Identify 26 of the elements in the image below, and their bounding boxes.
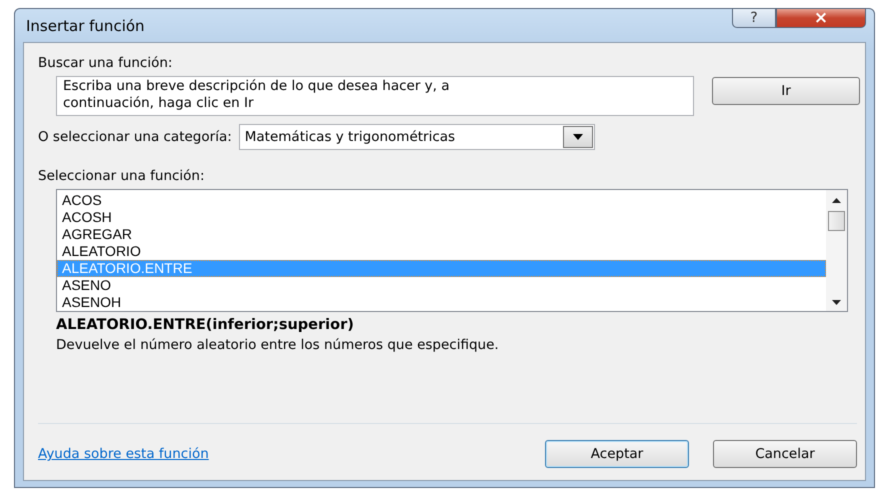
go-button[interactable]: Ir: [712, 77, 860, 105]
dropdown-arrow-icon: [572, 134, 583, 140]
list-item[interactable]: AGREGAR: [57, 226, 826, 243]
function-list-label: Seleccionar una función:: [38, 168, 206, 184]
scroll-down-icon: [832, 300, 841, 305]
dialog-button[interactable]: Cancelar: [713, 440, 857, 468]
list-item[interactable]: ACOSH: [57, 209, 826, 226]
scroll-up-icon: [832, 198, 841, 203]
window-title: Insertar función: [25, 16, 145, 34]
close-button[interactable]: ×: [776, 8, 866, 28]
list-item[interactable]: ASENOH: [57, 294, 826, 311]
scrollbar[interactable]: [826, 190, 847, 311]
category-dropdown[interactable]: Matemáticas y trigonométricas: [238, 124, 595, 150]
category-label: O seleccionar una categoría:: [38, 129, 232, 145]
function-signature: ALEATORIO.ENTRE(inferior;superior): [56, 317, 355, 333]
search-field[interactable]: Escriba una breve descripción de lo que desea hacer y, a continuación, haga clic en Ir: [56, 76, 694, 116]
function-list[interactable]: ACOS ACOSH AGREGAR ALEATORIO ALEATORIO.ENTRE ASENO ASENOH: [56, 189, 848, 312]
help-link[interactable]: Ayuda sobre esta función: [38, 446, 209, 462]
list-item[interactable]: ALEATORIO: [57, 243, 826, 260]
dialog-button[interactable]: Aceptar: [545, 440, 689, 468]
list-item[interactable]: ACOS: [57, 192, 826, 209]
search-label: Buscar una función:: [38, 55, 174, 71]
list-item[interactable]: ASENO: [57, 277, 826, 294]
help-button[interactable]: ?: [732, 8, 776, 28]
scroll-thumb[interactable]: [828, 211, 845, 231]
function-description: Devuelve el número aleatorio entre los números que especifique.: [56, 337, 500, 353]
